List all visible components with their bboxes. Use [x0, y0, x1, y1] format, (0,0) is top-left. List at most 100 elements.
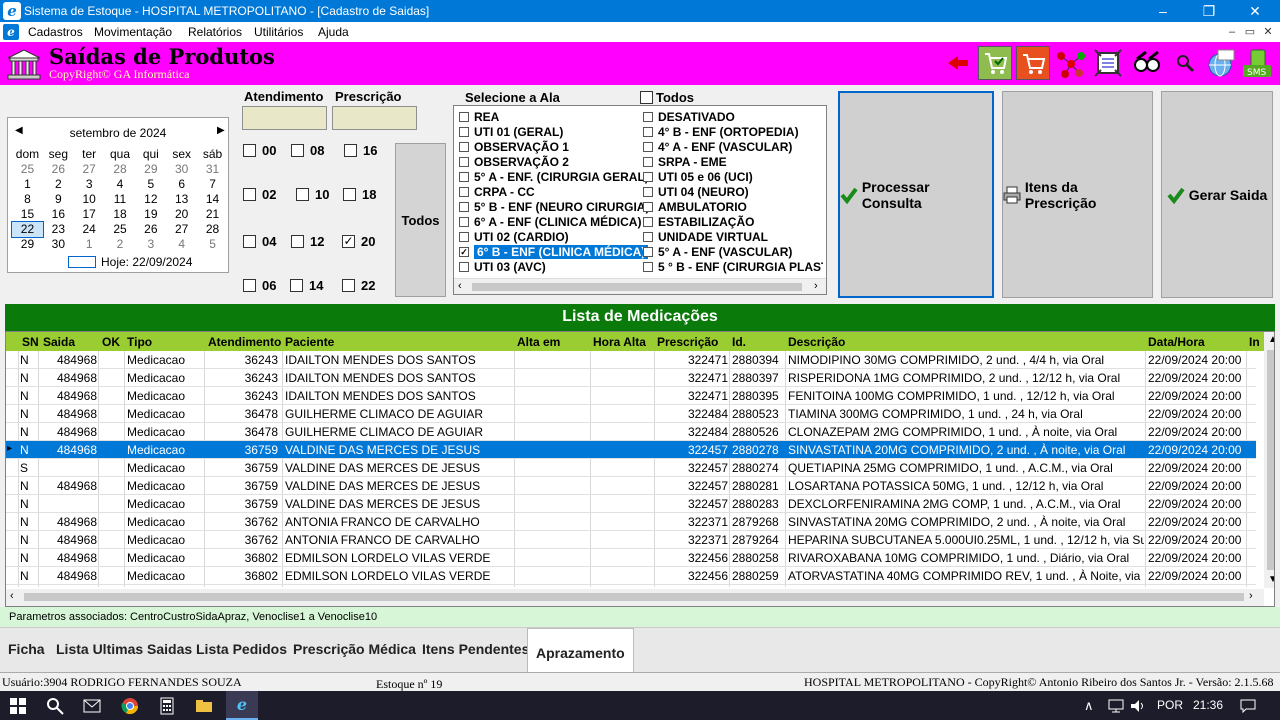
tab-lista-ultimas-saidas[interactable]: Lista Ultimas Saidas: [56, 641, 192, 657]
grid-vscrollbar[interactable]: ▲ ▼: [1264, 332, 1274, 588]
calendar-day[interactable]: 8: [12, 192, 43, 207]
col-header-hora-alta[interactable]: Hora Alta: [593, 335, 646, 349]
grid-hscrollbar[interactable]: ‹ ›: [6, 589, 1264, 606]
search-icon[interactable]: [1168, 46, 1202, 80]
ala-item[interactable]: OBSERVAÇÃO 1: [459, 140, 569, 154]
mdi-minimize-button[interactable]: –: [1225, 25, 1239, 39]
language-indicator[interactable]: POR: [1157, 698, 1183, 712]
calendar-day[interactable]: 1: [12, 177, 43, 192]
scroll-left-icon[interactable]: ‹: [10, 590, 14, 602]
binoculars-icon[interactable]: [1130, 46, 1164, 80]
calendar-day[interactable]: 5: [135, 177, 166, 192]
ala-item[interactable]: 4° B - ENF (ORTOPEDIA): [643, 125, 799, 139]
restore-button[interactable]: ❐: [1186, 0, 1232, 22]
calendar-day[interactable]: 5: [197, 237, 228, 252]
col-header-tipo[interactable]: Tipo: [127, 335, 152, 349]
calendar-day[interactable]: 26: [135, 222, 166, 237]
tray-chevron-icon[interactable]: ∧: [1084, 698, 1094, 714]
table-row[interactable]: N 484968 Medicacao 36762 ANTONIA FRANCO DE C…: [6, 531, 1256, 549]
col-header-descricao[interactable]: Descrição: [788, 335, 845, 349]
ala-item[interactable]: 5° A - ENF. (CIRURGIA GERAL): [459, 170, 649, 184]
table-row[interactable]: N 484968 Medicacao 36759 VALDINE DAS MERCES …: [6, 477, 1256, 495]
tab-prescricao-medica[interactable]: Prescrição Médica: [293, 641, 416, 657]
calendar-day[interactable]: 30: [43, 237, 74, 252]
menu-cadastros[interactable]: Cadastros: [28, 25, 83, 39]
ala-item[interactable]: UTI 02 (CARDIO): [459, 230, 569, 244]
clock[interactable]: 21:36: [1193, 698, 1223, 712]
col-header-atendimento[interactable]: Atendimento: [208, 335, 281, 349]
ala-item[interactable]: 4° A - ENF (VASCULAR): [643, 140, 792, 154]
ala-item[interactable]: AMBULATORIO: [643, 200, 747, 214]
calendar-day[interactable]: 18: [105, 207, 136, 222]
hour-02-checkbox[interactable]: [243, 188, 256, 201]
ala-item[interactable]: REA: [459, 110, 499, 124]
cart-icon[interactable]: [1016, 46, 1050, 80]
col-header-id[interactable]: Id.: [732, 335, 746, 349]
calendar-day[interactable]: 2: [43, 177, 74, 192]
calendar-day[interactable]: 28: [197, 222, 228, 237]
ala-item[interactable]: SRPA - EME: [643, 155, 727, 169]
calendar-day[interactable]: 6: [166, 177, 197, 192]
table-row[interactable]: N 484968 Medicacao 36802 EDMILSON LORDELO VI…: [6, 549, 1256, 567]
calendar-day[interactable]: 21: [197, 207, 228, 222]
table-row[interactable]: S Medicacao 36759 VALDINE DAS MERCES DE JES…: [6, 459, 1256, 477]
ala-item[interactable]: OBSERVAÇÃO 2: [459, 155, 569, 169]
mdi-restore-button[interactable]: ▭: [1243, 25, 1257, 39]
table-row[interactable]: N 484968 Medicacao 36243 IDAILTON MENDES DOS…: [6, 387, 1256, 405]
calendar-day[interactable]: 9: [43, 192, 74, 207]
calendar-day[interactable]: 30: [166, 162, 197, 177]
ala-item[interactable]: ESTABILIZAÇÃO: [643, 215, 754, 229]
hour-18-checkbox[interactable]: [343, 188, 356, 201]
ala-item[interactable]: UTI 01 (GERAL): [459, 125, 563, 139]
menu-relatorios[interactable]: Relatórios: [188, 25, 242, 39]
mdi-close-button[interactable]: ✕: [1261, 25, 1275, 39]
sms-icon[interactable]: SMS: [1240, 46, 1274, 80]
table-row[interactable]: N 484968 Medicacao 36243 IDAILTON MENDES DOS…: [6, 351, 1256, 369]
calendar-day[interactable]: 16: [43, 207, 74, 222]
hour-00-checkbox[interactable]: [243, 144, 256, 157]
report-icon[interactable]: [1091, 46, 1125, 80]
hour-14-checkbox[interactable]: [290, 279, 303, 292]
scroll-down-icon[interactable]: ▼: [1268, 574, 1274, 585]
tab-itens-pendentes[interactable]: Itens Pendentes: [422, 641, 529, 657]
col-header-alta-em[interactable]: Alta em: [517, 335, 560, 349]
col-header-paciente[interactable]: Paciente: [285, 335, 334, 349]
calendar-day[interactable]: 4: [105, 177, 136, 192]
app-task-icon[interactable]: e: [226, 691, 258, 720]
scroll-left-icon[interactable]: ‹: [458, 280, 462, 292]
calculator-icon[interactable]: [157, 696, 177, 716]
col-header-prescricao[interactable]: Prescrição: [657, 335, 718, 349]
close-button[interactable]: ✕: [1232, 0, 1278, 22]
calendar-next-button[interactable]: ▶: [217, 125, 225, 136]
col-header-ok[interactable]: OK: [102, 335, 120, 349]
tab-aprazamento[interactable]: Aprazamento: [527, 628, 634, 673]
prescricao-input[interactable]: [332, 106, 417, 130]
menu-ajuda[interactable]: Ajuda: [318, 25, 349, 39]
ala-item-selected[interactable]: ✓ 6° B - ENF (CLINICA MÉDICA): [459, 245, 649, 259]
calendar-day-selected[interactable]: 22: [11, 221, 44, 238]
ala-item[interactable]: 5° A - ENF (VASCULAR): [643, 245, 792, 259]
scroll-right-icon[interactable]: ›: [1249, 590, 1253, 602]
processar-consulta-button[interactable]: Processar Consulta: [838, 91, 994, 298]
medications-grid[interactable]: SN Saida OK Tipo Atendimento Paciente Al…: [5, 331, 1275, 607]
tab-ficha[interactable]: Ficha: [8, 641, 45, 657]
ala-scroll-thumb[interactable]: [472, 283, 802, 291]
ala-item[interactable]: UTI 04 (NEURO): [643, 185, 749, 199]
calendar-day[interactable]: 15: [12, 207, 43, 222]
tab-lista-pedidos[interactable]: Lista Pedidos: [196, 641, 287, 657]
hour-10-checkbox[interactable]: [296, 188, 309, 201]
table-row[interactable]: N 484968 Medicacao 36243 IDAILTON MENDES DOS…: [6, 369, 1256, 387]
table-row[interactable]: N 484968 Medicacao 36478 GUILHERME CLIMACO D…: [6, 423, 1256, 441]
ala-item[interactable]: CRPA - CC: [459, 185, 535, 199]
hour-20-checkbox[interactable]: ✓: [342, 235, 355, 248]
ala-todos-checkbox[interactable]: [640, 91, 653, 104]
calendar-day[interactable]: 23: [43, 222, 74, 237]
web-globe-icon[interactable]: [1203, 46, 1237, 80]
calendar-day[interactable]: 31: [197, 162, 228, 177]
ala-hscrollbar[interactable]: ‹ ›: [454, 278, 826, 294]
grid-vscroll-thumb[interactable]: [1267, 350, 1274, 570]
chrome-icon[interactable]: [120, 696, 140, 716]
hour-22-checkbox[interactable]: [342, 279, 355, 292]
hour-16-checkbox[interactable]: [344, 144, 357, 157]
calendar-day[interactable]: 14: [197, 192, 228, 207]
